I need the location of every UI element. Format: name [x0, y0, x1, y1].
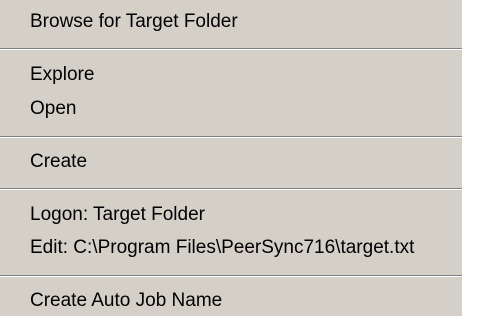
menu-item-open[interactable]: Open: [30, 98, 76, 120]
menu-separator: [0, 275, 462, 277]
menu-separator: [0, 48, 462, 50]
menu-item-create-auto-job-name[interactable]: Create Auto Job Name: [30, 290, 222, 312]
menu-item-edit-target-file[interactable]: Edit: C:\Program Files\PeerSync716\targe…: [30, 237, 414, 259]
menu-item-browse-target-folder[interactable]: Browse for Target Folder: [30, 11, 238, 33]
menu-item-logon-target-folder[interactable]: Logon: Target Folder: [30, 204, 205, 226]
menu-separator: [0, 136, 462, 138]
menu-item-explore[interactable]: Explore: [30, 64, 94, 86]
context-menu: Browse for Target Folder Explore Open Cr…: [0, 0, 462, 316]
menu-separator: [0, 188, 462, 190]
menu-item-create[interactable]: Create: [30, 151, 87, 173]
